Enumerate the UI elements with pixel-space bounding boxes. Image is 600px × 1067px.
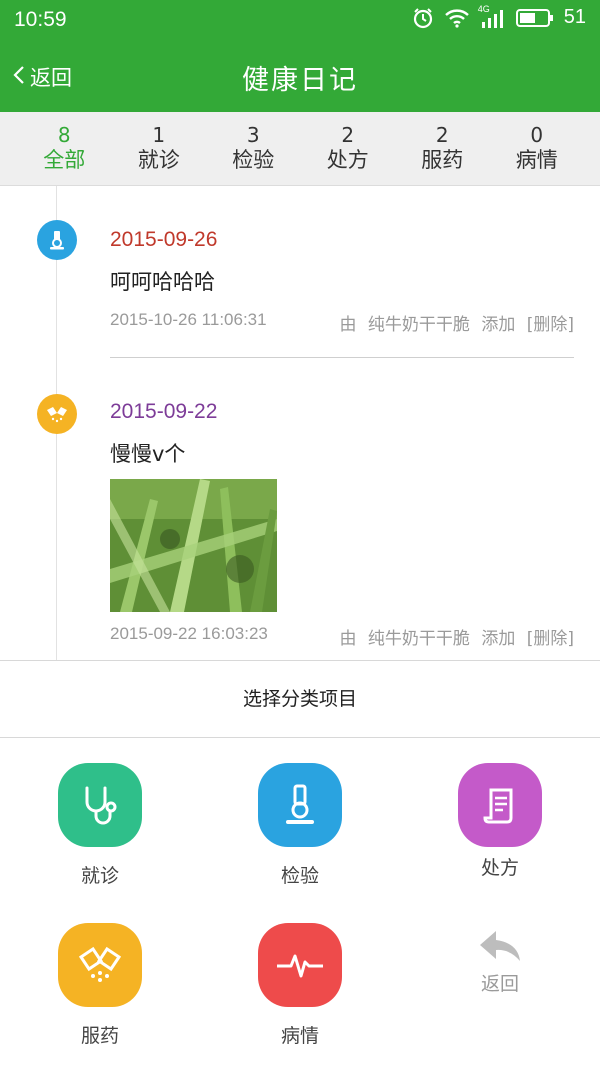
microscope-icon: [37, 220, 77, 260]
author-prefix: 由: [339, 315, 357, 335]
app-header: 返回 健康日记: [0, 44, 600, 112]
tab-label: 检验: [232, 148, 275, 172]
reply-arrow-icon: [430, 923, 570, 963]
status-bar: 10:59 4G 51: [0, 0, 600, 44]
author-action: 添加: [481, 629, 516, 649]
category-label: 处方: [480, 857, 519, 879]
page-title: 健康日记: [242, 65, 358, 96]
category-label: 返回: [480, 973, 519, 995]
category-label: 病情: [280, 1025, 319, 1047]
alarm-icon: [412, 7, 434, 29]
divider: [110, 357, 574, 358]
entry-date: 2015-09-26: [110, 228, 218, 251]
network-type: 4G: [477, 3, 490, 14]
tab-test[interactable]: 3 检验: [206, 112, 301, 185]
diary-entry: 2015-09-26 呵呵哈哈哈 2015-10-26 11:06:31 由 纯…: [0, 186, 600, 360]
entry-date: 2015-09-22: [110, 400, 218, 423]
tab-label: 病情: [515, 148, 558, 172]
entry-meta: 2015-09-22 16:03:23 由 纯牛奶干干脆 添加 [删除]: [110, 624, 574, 649]
tab-count: 3: [246, 123, 260, 147]
sheet-title: 选择分类项目: [0, 661, 600, 738]
entry-text: 慢慢v个: [110, 442, 186, 466]
microscope-icon: [258, 763, 342, 847]
category-picker-sheet: 选择分类项目 就诊 检验 处方 服药 病情 返回: [0, 660, 600, 1067]
stethoscope-icon: [58, 763, 142, 847]
status-time: 10:59: [14, 8, 67, 31]
author-name: 纯牛奶干干脆: [367, 315, 470, 335]
author-action: 添加: [481, 315, 516, 335]
pill-icon: [37, 394, 77, 434]
tab-label: 就诊: [137, 148, 180, 172]
tab-condition[interactable]: 0 病情: [490, 112, 585, 185]
battery-icon: [515, 8, 554, 28]
sheet-back-button[interactable]: 返回: [430, 923, 570, 996]
tab-label: 服药: [421, 148, 464, 172]
heartbeat-icon: [258, 923, 342, 1007]
category-tabs: 8 全部 1 就诊 3 检验 2 处方 2 服药 0 病情: [0, 112, 600, 186]
tab-label: 全部: [43, 148, 86, 172]
entry-photo[interactable]: [110, 479, 277, 612]
tab-count: 2: [435, 123, 449, 147]
tab-label: 处方: [326, 148, 369, 172]
category-medication-button[interactable]: 服药: [30, 923, 170, 1048]
diary-timeline[interactable]: 2015-09-26 呵呵哈哈哈 2015-10-26 11:06:31 由 纯…: [0, 186, 600, 660]
category-visit-button[interactable]: 就诊: [30, 763, 170, 888]
category-condition-button[interactable]: 病情: [230, 923, 370, 1048]
category-label: 就诊: [80, 865, 119, 887]
tab-count: 1: [152, 123, 166, 147]
tab-count: 0: [530, 123, 544, 147]
category-label: 服药: [80, 1025, 119, 1047]
entry-meta: 2015-10-26 11:06:31 由 纯牛奶干干脆 添加 [删除]: [110, 310, 574, 335]
category-test-button[interactable]: 检验: [230, 763, 370, 888]
diary-entry: 2015-09-22 慢慢v个: [0, 360, 600, 660]
battery-percent: 51: [563, 6, 586, 28]
prescription-icon: [458, 763, 542, 847]
delete-button[interactable]: [删除]: [527, 315, 574, 335]
author-prefix: 由: [339, 629, 357, 649]
tab-all[interactable]: 8 全部: [17, 112, 112, 185]
delete-button[interactable]: [删除]: [527, 629, 574, 649]
entry-timestamp: 2015-09-22 16:03:23: [110, 624, 268, 643]
tab-count: 2: [341, 123, 355, 147]
tab-count: 8: [57, 123, 71, 147]
category-label: 检验: [280, 865, 319, 887]
entry-text: 呵呵哈哈哈: [110, 270, 215, 294]
pill-icon: [58, 923, 142, 1007]
entry-timestamp: 2015-10-26 11:06:31: [110, 310, 267, 329]
status-icons: 4G 51: [412, 4, 586, 29]
tab-prescription[interactable]: 2 处方: [301, 112, 396, 185]
entry-author: 由 纯牛奶干干脆 添加 [删除]: [340, 624, 574, 649]
tab-visit[interactable]: 1 就诊: [112, 112, 207, 185]
category-prescription-button[interactable]: 处方: [430, 763, 570, 880]
author-name: 纯牛奶干干脆: [367, 629, 470, 649]
entry-author: 由 纯牛奶干干脆 添加 [删除]: [340, 310, 574, 335]
signal-icon: 4G: [478, 4, 506, 28]
tab-medication[interactable]: 2 服药: [395, 112, 490, 185]
wifi-icon: [444, 8, 470, 28]
